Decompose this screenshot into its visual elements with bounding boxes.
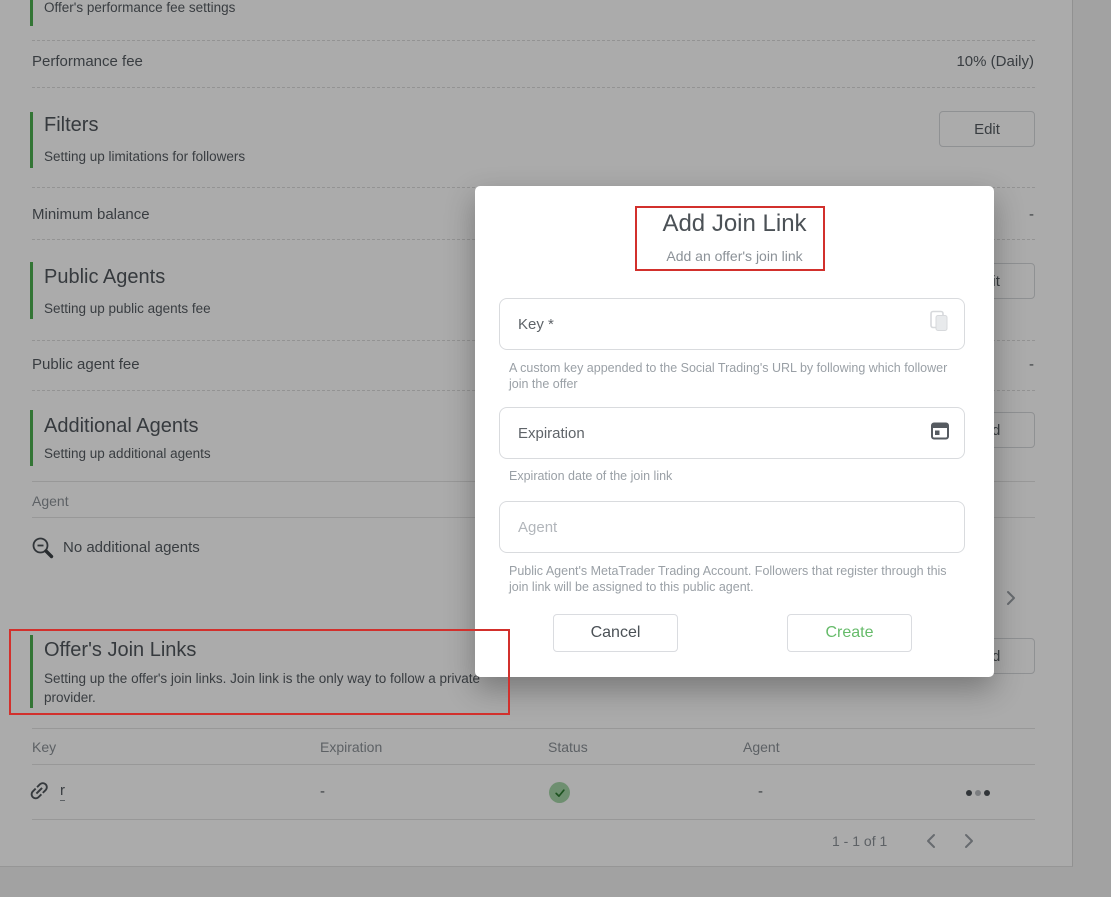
expiration-input[interactable]: [500, 408, 964, 458]
create-button[interactable]: Create: [787, 614, 912, 652]
key-input[interactable]: [500, 299, 964, 349]
expiration-helper-text: Expiration date of the join link: [509, 469, 673, 483]
screen: Offer's performance fee settings Perform…: [0, 0, 1111, 897]
agent-field-wrap: [499, 501, 965, 553]
key-field-wrap: [499, 298, 965, 350]
cancel-button[interactable]: Cancel: [553, 614, 678, 652]
expiration-field-wrap: [499, 407, 965, 459]
add-join-link-modal: Add Join Link Add an offer's join link A…: [475, 186, 994, 677]
calendar-icon[interactable]: [930, 421, 950, 446]
modal-title: Add Join Link: [662, 210, 807, 237]
paste-icon[interactable]: [928, 310, 950, 339]
modal-subtitle: Add an offer's join link: [666, 248, 803, 264]
key-helper-text: A custom key appended to the Social Trad…: [509, 361, 948, 391]
agent-helper-text: Public Agent's MetaTrader Trading Accoun…: [509, 564, 947, 594]
agent-input[interactable]: [500, 502, 964, 552]
